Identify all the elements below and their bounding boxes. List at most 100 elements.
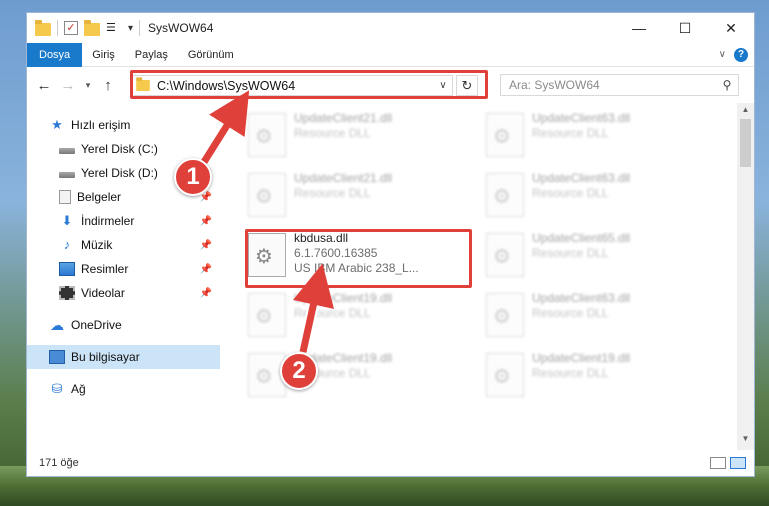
scroll-up-icon[interactable]: ▲ <box>737 105 754 119</box>
cloud-icon: ☁ <box>50 317 64 333</box>
maximize-button[interactable]: ☐ <box>662 13 708 43</box>
file-description: Resource DLL <box>532 246 609 260</box>
window-title: SysWOW64 <box>148 21 214 35</box>
sidebar-item-label: Videolar <box>81 286 125 300</box>
file-name: UpdateClient19.dll <box>532 351 631 365</box>
pin-icon[interactable]: 📌 <box>200 240 212 251</box>
file-description: Resource DLL <box>294 126 371 140</box>
tab-file[interactable]: Dosya <box>27 42 83 67</box>
sidebar-item-label: Ağ <box>71 382 86 396</box>
search-input[interactable]: Ara: SysWOW64 ⚲ <box>500 74 739 96</box>
file-tile[interactable]: UpdateClient21.dllResource DLL <box>248 111 468 167</box>
file-highlight <box>245 229 472 288</box>
scroll-down-icon[interactable]: ▼ <box>737 434 754 448</box>
dll-file-icon <box>486 233 524 277</box>
sidebar-item-label: Belgeler <box>77 190 122 204</box>
up-button[interactable]: ↑ <box>97 73 119 97</box>
documents-icon <box>59 190 71 204</box>
sidebar-item-videos[interactable]: Videolar 📌 <box>27 281 220 305</box>
new-folder-icon[interactable] <box>84 20 100 36</box>
network-icon: ⛁ <box>51 381 63 396</box>
file-description: Resource DLL <box>532 186 609 200</box>
dll-file-icon <box>486 173 524 217</box>
sidebar-item-label: İndirmeler <box>81 214 135 228</box>
customize-icon[interactable]: ☰ <box>106 20 122 36</box>
scroll-thumb[interactable] <box>740 119 751 167</box>
divider <box>57 20 58 36</box>
sidebar-item-label: OneDrive <box>71 318 122 332</box>
file-description: Resource DLL <box>532 126 609 140</box>
sidebar-item-onedrive[interactable]: ☁ OneDrive <box>27 313 220 337</box>
callout-2: 2 <box>280 352 318 390</box>
file-tile[interactable]: UpdateClient63.dllResource DLL <box>486 291 706 347</box>
pin-icon[interactable]: 📌 <box>200 288 212 299</box>
sidebar-item-quick-access[interactable]: ★ Hızlı erişim <box>27 113 220 137</box>
dll-file-icon <box>486 353 524 397</box>
title-bar: ✓ ☰ ▾ SysWOW64 — ☐ ✕ <box>27 13 754 43</box>
tiles-view-icon[interactable] <box>730 457 746 469</box>
file-name: UpdateClient19.dll <box>294 291 393 305</box>
file-description: Resource DLL <box>532 366 609 380</box>
sidebar-item-network[interactable]: ⛁ Ağ <box>27 377 220 401</box>
file-name: UpdateClient63.dll <box>532 111 631 125</box>
dll-file-icon <box>486 113 524 157</box>
dll-file-icon <box>248 173 286 217</box>
file-name: UpdateClient63.dll <box>532 171 631 185</box>
details-view-icon[interactable] <box>710 457 726 469</box>
file-name: UpdateClient21.dll <box>294 171 393 185</box>
drive-icon <box>59 172 75 178</box>
sidebar-item-downloads[interactable]: ⬇ İndirmeler 📌 <box>27 209 220 233</box>
file-description: Resource DLL <box>294 306 371 320</box>
help-icon[interactable]: ? <box>734 47 748 62</box>
pictures-icon <box>59 262 75 276</box>
dll-file-icon <box>248 113 286 157</box>
sidebar-item-music[interactable]: ♪ Müzik 📌 <box>27 233 220 257</box>
status-bar: 171 öğe <box>27 450 754 476</box>
forward-button[interactable]: → <box>57 73 79 97</box>
file-tile[interactable]: UpdateClient63.dllResource DLL <box>486 111 706 167</box>
tab-view[interactable]: Görünüm <box>178 43 244 67</box>
properties-icon[interactable]: ✓ <box>64 21 78 35</box>
file-tile[interactable]: UpdateClient19.dllResource DLL <box>248 291 468 347</box>
navigation-pane: ★ Hızlı erişim Yerel Disk (C:) Yerel Dis… <box>27 103 220 450</box>
file-tile[interactable]: UpdateClient21.dllResource DLL <box>248 171 468 227</box>
vertical-scrollbar[interactable]: ▲ ▼ <box>737 103 754 450</box>
qa-dropdown-icon[interactable]: ▾ <box>128 23 133 34</box>
file-description: Resource DLL <box>532 306 609 320</box>
ribbon-tabs: Dosya Giriş Paylaş Görünüm ∨ ? <box>27 42 754 67</box>
tab-home[interactable]: Giriş <box>82 43 125 67</box>
file-name: UpdateClient65.dll <box>532 231 631 245</box>
music-icon: ♪ <box>63 237 71 252</box>
sidebar-item-label: Yerel Disk (C:) <box>81 142 158 156</box>
downloads-icon: ⬇ <box>61 213 73 228</box>
search-icon: ⚲ <box>722 78 732 92</box>
sidebar-item-label: Müzik <box>81 238 113 252</box>
videos-icon <box>59 286 75 300</box>
recent-locations-icon[interactable]: ▾ <box>81 73 95 97</box>
tab-share[interactable]: Paylaş <box>125 43 178 67</box>
minimize-button[interactable]: — <box>616 13 662 43</box>
sidebar-item-label: Hızlı erişim <box>71 118 131 132</box>
close-button[interactable]: ✕ <box>708 13 754 43</box>
dll-file-icon <box>486 293 524 337</box>
sidebar-item-this-pc[interactable]: Bu bilgisayar <box>27 345 220 369</box>
file-tile[interactable]: UpdateClient65.dllResource DLL <box>486 231 706 287</box>
expand-ribbon-icon[interactable]: ∨ <box>719 49 726 60</box>
pin-icon[interactable]: 📌 <box>200 216 212 227</box>
file-name: UpdateClient63.dll <box>532 291 631 305</box>
quick-access-toolbar: ✓ ☰ ▾ <box>27 13 141 43</box>
computer-icon <box>49 350 65 364</box>
star-icon: ★ <box>51 117 63 132</box>
file-tile[interactable]: UpdateClient19.dllResource DLL <box>486 351 706 407</box>
dll-file-icon <box>248 293 286 337</box>
item-count: 171 öğe <box>39 457 79 469</box>
file-description: Resource DLL <box>294 186 371 200</box>
callout-1: 1 <box>174 158 212 196</box>
sidebar-item-label: Bu bilgisayar <box>71 350 140 364</box>
search-placeholder: Ara: SysWOW64 <box>509 78 600 92</box>
pin-icon[interactable]: 📌 <box>200 264 212 275</box>
address-highlight <box>130 70 488 99</box>
file-tile[interactable]: UpdateClient63.dllResource DLL <box>486 171 706 227</box>
sidebar-item-pictures[interactable]: Resimler 📌 <box>27 257 220 281</box>
back-button[interactable]: ← <box>33 73 55 97</box>
